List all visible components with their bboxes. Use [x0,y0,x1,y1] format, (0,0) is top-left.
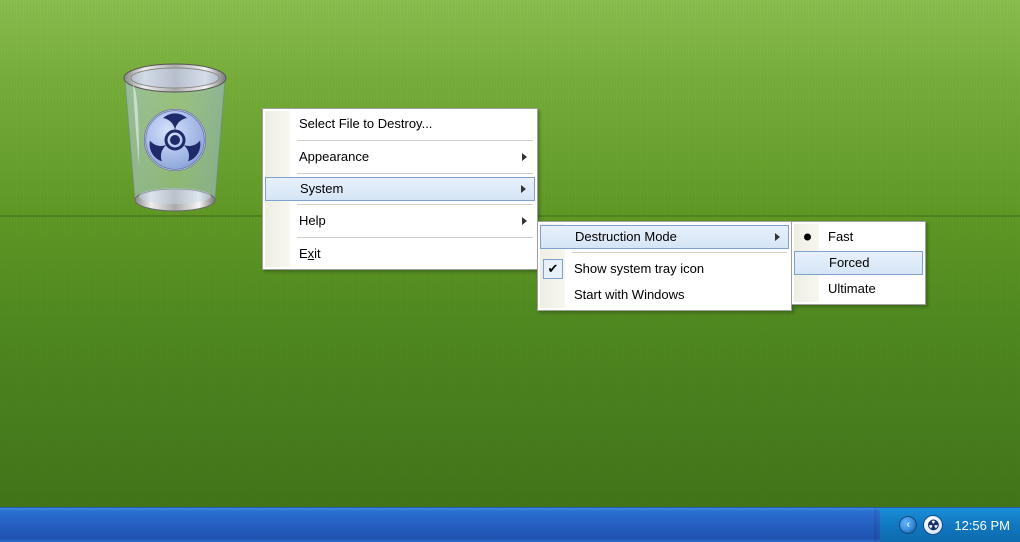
menu-label: Forced [829,255,869,270]
menu-separator [572,252,787,253]
menu-label: Exit [299,246,321,261]
tray-expand-button[interactable]: ‹ [899,516,917,534]
trash-bucket-icon[interactable] [105,45,245,225]
menu-separator [297,173,533,174]
context-menu-destruction-mode: Fast Forced Ultimate [791,221,926,305]
menu-item-show-tray[interactable]: ✔ Show system tray icon [540,256,789,282]
menu-item-system[interactable]: System [265,177,535,201]
menu-label: Ultimate [828,281,876,296]
menu-item-select-file[interactable]: Select File to Destroy... [265,111,535,137]
menu-item-forced[interactable]: Forced [794,251,923,275]
biohazard-glyph: ☢ [927,517,940,534]
checkmark-icon: ✔ [543,259,563,279]
submenu-arrow-icon [775,233,780,241]
menu-label: Show system tray icon [574,261,704,276]
menu-label: Help [299,213,326,228]
menu-label: System [300,181,343,196]
context-menu-system: Destruction Mode ✔ Show system tray icon… [537,221,792,311]
menu-label: Fast [828,229,853,244]
taskbar: ‹ ☢ 12:56 PM [0,507,1020,542]
submenu-arrow-icon [522,217,527,225]
radio-dot-icon [804,234,811,241]
menu-separator [297,140,533,141]
menu-item-destruction-mode[interactable]: Destruction Mode [540,225,789,249]
menu-item-help[interactable]: Help [265,208,535,234]
menu-item-exit[interactable]: Exit [265,241,535,267]
menu-label: Destruction Mode [575,229,677,244]
system-tray: ‹ ☢ 12:56 PM [880,508,1020,542]
biohazard-icon: ☢ [923,515,943,535]
context-menu-main: Select File to Destroy... Appearance Sys… [262,108,538,270]
chevron-glyph: ‹ [907,519,911,531]
menu-label: Start with Windows [574,287,685,302]
menu-label: Select File to Destroy... [299,116,432,131]
menu-label: Appearance [299,149,369,164]
menu-separator [297,237,533,238]
menu-item-fast[interactable]: Fast [794,224,923,250]
submenu-arrow-icon [521,185,526,193]
taskbar-clock[interactable]: 12:56 PM [954,518,1010,533]
menu-item-appearance[interactable]: Appearance [265,144,535,170]
tray-app-icon[interactable]: ☢ [923,515,943,535]
menu-item-start-windows[interactable]: Start with Windows [540,282,789,308]
menu-separator [297,204,533,205]
menu-item-ultimate[interactable]: Ultimate [794,276,923,302]
submenu-arrow-icon [522,153,527,161]
chevron-left-icon: ‹ [899,516,917,534]
